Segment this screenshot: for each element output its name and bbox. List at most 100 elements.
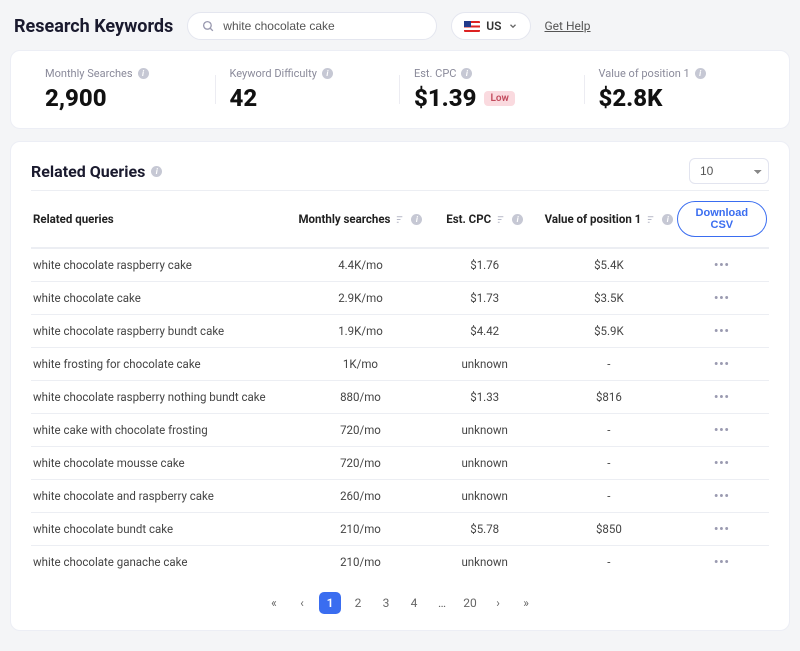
- row-more-button[interactable]: •••: [708, 421, 736, 439]
- cell-cpc: unknown: [428, 357, 541, 371]
- page-number[interactable]: 4: [403, 592, 425, 614]
- col-est-cpc[interactable]: Est. CPC i: [428, 212, 541, 226]
- cell-cpc: $5.78: [428, 522, 541, 536]
- cell-monthly: 1.9K/mo: [293, 324, 429, 338]
- locale-selector[interactable]: US: [451, 12, 530, 40]
- cell-vop: -: [541, 555, 677, 569]
- metric-est-cpc: Est. CPCi $1.39 Low: [400, 67, 585, 112]
- table-row: white frosting for chocolate cake1K/moun…: [31, 347, 769, 380]
- table-row: white chocolate ganache cake210/mounknow…: [31, 545, 769, 578]
- cell-vop: -: [541, 456, 677, 470]
- row-more-button[interactable]: •••: [708, 388, 736, 406]
- sort-icon: [496, 214, 507, 225]
- table-row: white chocolate raspberry nothing bundt …: [31, 380, 769, 413]
- download-csv-button[interactable]: Download CSV: [677, 201, 767, 237]
- table-row: white cake with chocolate frosting720/mo…: [31, 413, 769, 446]
- page-first[interactable]: «: [263, 592, 285, 614]
- metric-label: Value of position 1: [599, 67, 690, 80]
- page-last[interactable]: »: [515, 592, 537, 614]
- metric-value: 42: [230, 84, 387, 112]
- row-more-button[interactable]: •••: [708, 553, 736, 571]
- table-row: white chocolate and raspberry cake260/mo…: [31, 479, 769, 512]
- page-title: Research Keywords: [14, 16, 173, 37]
- cell-cpc: unknown: [428, 489, 541, 503]
- cell-cpc: $1.73: [428, 291, 541, 305]
- row-more-button[interactable]: •••: [708, 454, 736, 472]
- cell-monthly: 720/mo: [293, 423, 429, 437]
- info-icon[interactable]: i: [695, 68, 706, 79]
- metric-label: Monthly Searches: [45, 67, 133, 80]
- cell-monthly: 1K/mo: [293, 357, 429, 371]
- cell-query: white frosting for chocolate cake: [33, 357, 293, 371]
- cell-query: white chocolate and raspberry cake: [33, 489, 293, 503]
- sort-icon: [646, 214, 657, 225]
- page-number[interactable]: 3: [375, 592, 397, 614]
- cell-vop: $5.9K: [541, 324, 677, 338]
- cell-cpc: unknown: [428, 456, 541, 470]
- page-number[interactable]: 20: [459, 592, 481, 614]
- row-more-button[interactable]: •••: [708, 256, 736, 274]
- cell-cpc: $1.33: [428, 390, 541, 404]
- row-more-button[interactable]: •••: [708, 322, 736, 340]
- cell-cpc: $4.42: [428, 324, 541, 338]
- cell-monthly: 880/mo: [293, 390, 429, 404]
- cell-vop: $816: [541, 390, 677, 404]
- row-more-button[interactable]: •••: [708, 520, 736, 538]
- cell-vop: -: [541, 357, 677, 371]
- metric-label: Keyword Difficulty: [230, 67, 317, 80]
- col-monthly-searches[interactable]: Monthly searches i: [293, 212, 429, 226]
- cell-cpc: unknown: [428, 555, 541, 569]
- metric-label: Est. CPC: [414, 67, 456, 80]
- info-icon[interactable]: i: [411, 214, 422, 225]
- page-number[interactable]: 2: [347, 592, 369, 614]
- cell-query: white chocolate bundt cake: [33, 522, 293, 536]
- cell-query: white chocolate ganache cake: [33, 555, 293, 569]
- page-next[interactable]: ›: [487, 592, 509, 614]
- get-help-link[interactable]: Get Help: [545, 19, 591, 33]
- table-header: Related queries Monthly searches i Est. …: [31, 190, 769, 248]
- related-queries-card: Related Queries i 10 Related queries Mon…: [10, 141, 790, 631]
- row-more-button[interactable]: •••: [708, 289, 736, 307]
- cell-query: white chocolate cake: [33, 291, 293, 305]
- info-icon[interactable]: i: [322, 68, 333, 79]
- col-related-queries[interactable]: Related queries: [33, 212, 293, 226]
- col-value-position-1[interactable]: Value of position 1 i: [541, 212, 677, 226]
- cell-cpc: $1.76: [428, 258, 541, 272]
- page-prev[interactable]: ‹: [291, 592, 313, 614]
- cell-vop: $5.4K: [541, 258, 677, 272]
- metric-value: $2.8K: [599, 84, 756, 112]
- row-more-button[interactable]: •••: [708, 487, 736, 505]
- section-title: Related Queries i: [31, 162, 162, 181]
- page-size-select[interactable]: 10: [689, 158, 769, 184]
- cell-query: white chocolate raspberry bundt cake: [33, 324, 293, 338]
- top-bar: Research Keywords US Get Help: [10, 8, 790, 50]
- table-row: white chocolate mousse cake720/mounknown…: [31, 446, 769, 479]
- metric-keyword-difficulty: Keyword Difficulty i 42: [216, 67, 401, 112]
- page-number[interactable]: 1: [319, 592, 341, 614]
- sort-icon: [395, 214, 406, 225]
- cpc-low-badge: Low: [484, 91, 514, 106]
- cell-monthly: 210/mo: [293, 522, 429, 536]
- metrics-card: Monthly Searchesi 2,900 Keyword Difficul…: [10, 50, 790, 129]
- cell-cpc: unknown: [428, 423, 541, 437]
- page-ellipsis: …: [431, 592, 453, 614]
- search-input[interactable]: [223, 19, 422, 33]
- table-row: white chocolate cake2.9K/mo$1.73$3.5K •••: [31, 281, 769, 314]
- flag-us-icon: [464, 21, 480, 32]
- cell-monthly: 260/mo: [293, 489, 429, 503]
- info-icon[interactable]: i: [151, 166, 162, 177]
- metric-value-position-1: Value of position 1 i $2.8K: [585, 67, 770, 112]
- info-icon[interactable]: i: [662, 214, 673, 225]
- cell-vop: $3.5K: [541, 291, 677, 305]
- cell-query: white chocolate raspberry cake: [33, 258, 293, 272]
- chevron-down-icon: [508, 21, 518, 31]
- row-more-button[interactable]: •••: [708, 355, 736, 373]
- search-field[interactable]: [187, 12, 437, 40]
- cell-monthly: 2.9K/mo: [293, 291, 429, 305]
- info-icon[interactable]: i: [512, 214, 523, 225]
- table-row: white chocolate bundt cake210/mo$5.78$85…: [31, 512, 769, 545]
- info-icon[interactable]: i: [461, 68, 472, 79]
- cell-monthly: 210/mo: [293, 555, 429, 569]
- info-icon[interactable]: i: [138, 68, 149, 79]
- cell-vop: -: [541, 423, 677, 437]
